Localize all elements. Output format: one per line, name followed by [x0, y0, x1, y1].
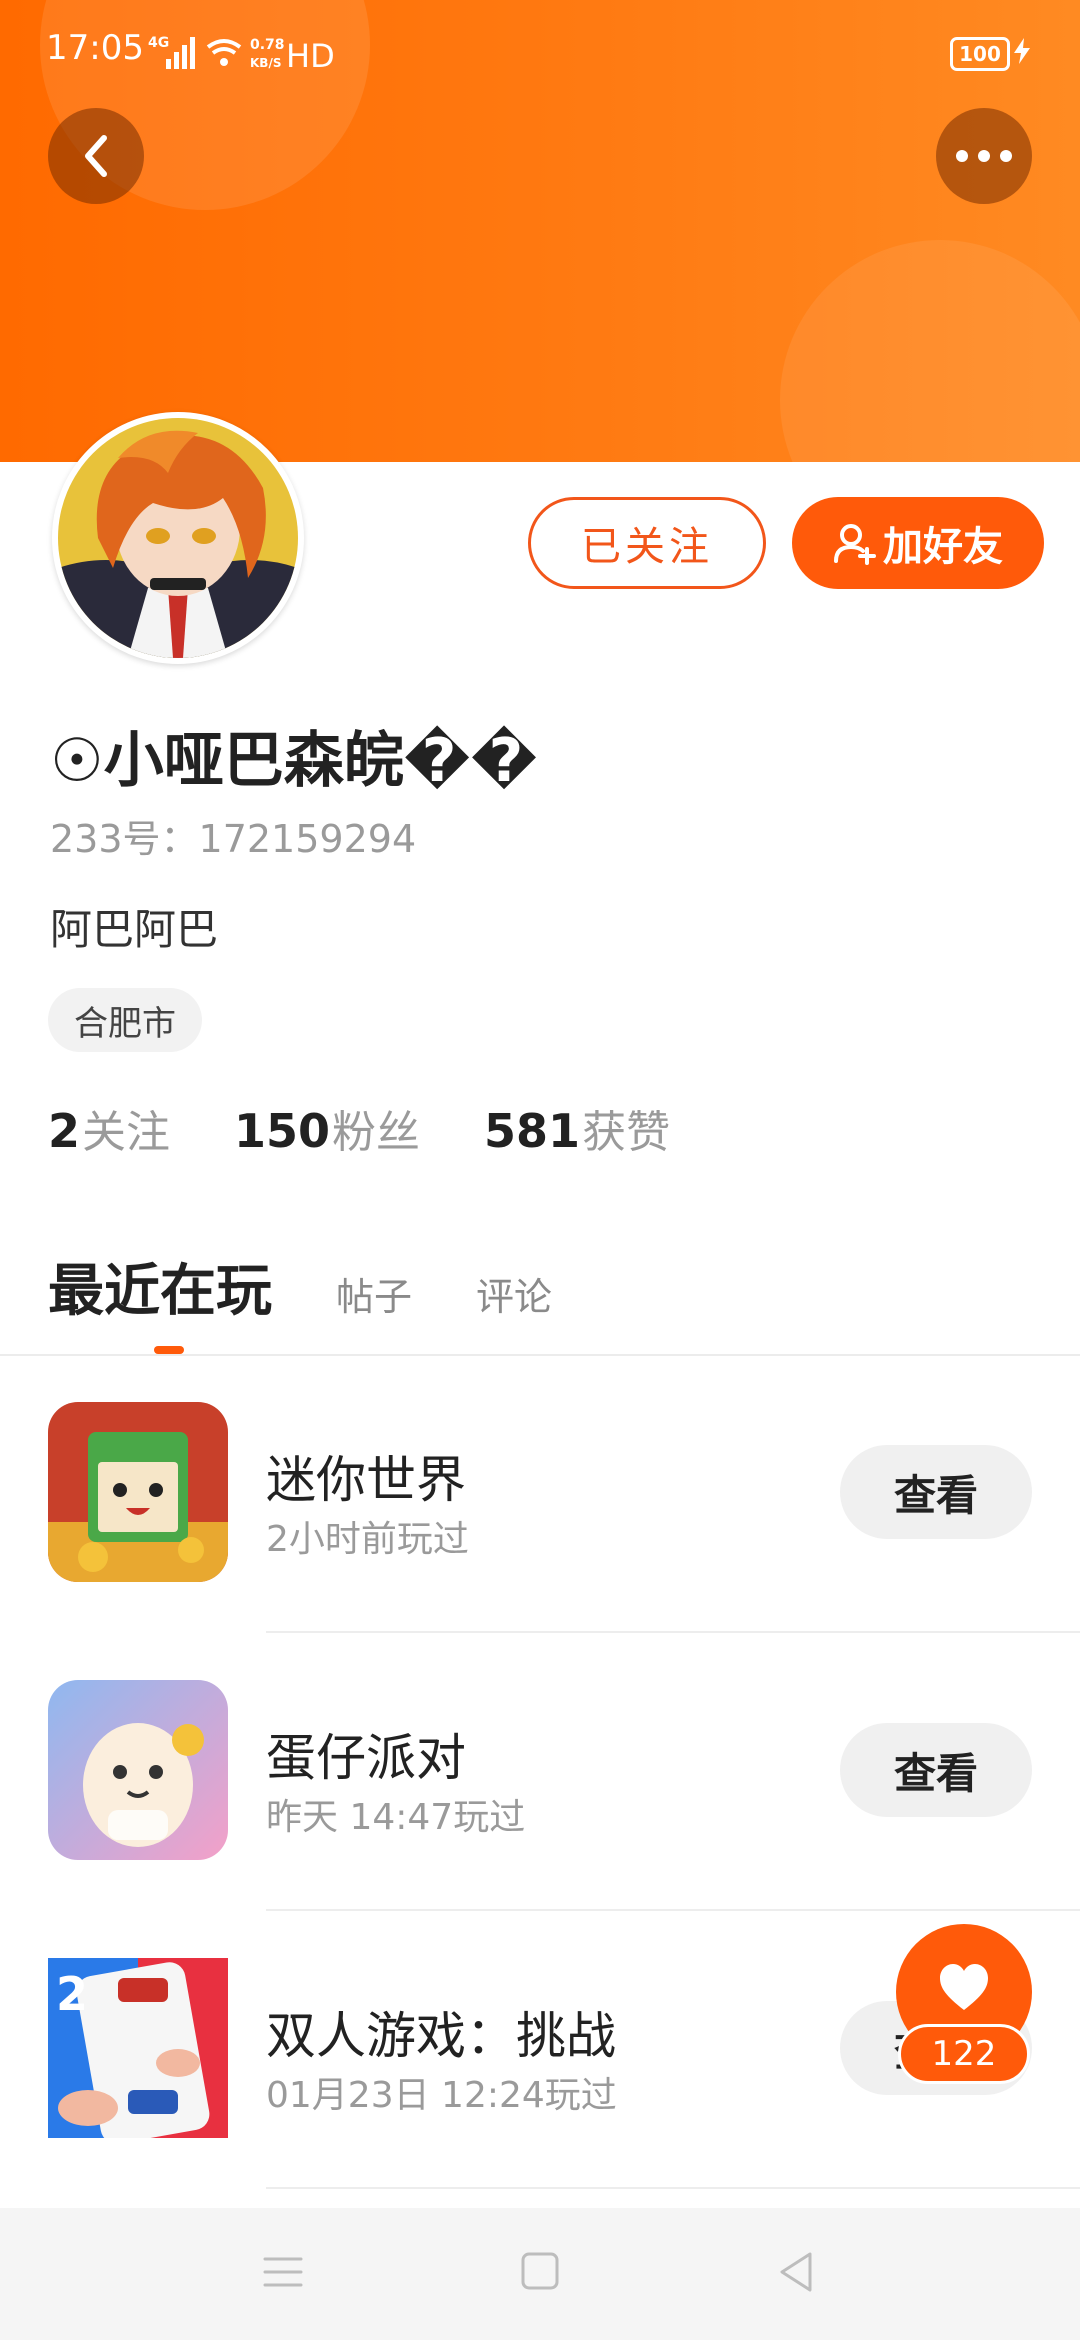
network-speed-unit: KB/S	[250, 56, 281, 70]
user-bio: 阿巴阿巴	[50, 905, 219, 954]
game-name: 双人游戏：挑战	[266, 2007, 616, 2065]
tab-posts[interactable]: 帖子	[336, 1266, 412, 1321]
header-decoration	[780, 240, 1080, 462]
mini-world-icon	[48, 1402, 228, 1582]
row-divider	[266, 1909, 1080, 1911]
user-id[interactable]: 233号：172159294	[50, 808, 416, 863]
eggy-party-icon	[48, 1680, 228, 1860]
fans-stat[interactable]: 150 粉丝	[234, 1096, 420, 1160]
tab-recent-played[interactable]: 最近在玩	[48, 1246, 272, 1327]
chevron-left-icon	[85, 135, 107, 177]
back-nav-icon[interactable]	[776, 2250, 816, 2294]
profile-tabs: 最近在玩 帖子 评论	[48, 1246, 616, 1327]
fans-label: 粉丝	[332, 1107, 421, 1158]
more-dots-icon	[956, 150, 1012, 162]
add-user-icon	[834, 524, 876, 565]
active-tab-indicator	[154, 1346, 184, 1354]
add-friend-label: 加好友	[883, 524, 1003, 570]
home-icon[interactable]	[520, 2250, 560, 2294]
back-button[interactable]	[48, 108, 144, 204]
heart-icon	[940, 1964, 988, 2010]
game-name: 蛋仔派对	[266, 1729, 466, 1787]
location-label: 合肥市	[74, 1003, 176, 1044]
following-button[interactable]: 已关注	[528, 497, 766, 589]
game-played-time: 昨天 14:47玩过	[266, 1797, 526, 1838]
status-time: 17:05	[46, 28, 144, 68]
list-item[interactable]: 蛋仔派对 昨天 14:47玩过 查看	[0, 1680, 1080, 1958]
likes-stat[interactable]: 581 获赞	[484, 1096, 670, 1160]
game-played-time: 2小时前玩过	[266, 1519, 469, 1560]
network-status-icons: 4G 0.78 KB/S HD	[148, 35, 335, 73]
add-friend-button[interactable]: 加好友	[792, 497, 1044, 589]
status-bar: 17:05 4G 0.78 KB/S HD 100	[0, 0, 1080, 100]
profile-stats: 2 关注 150 粉丝 581 获赞	[48, 1096, 670, 1160]
view-game-button[interactable]: 查看	[840, 1445, 1032, 1539]
user-nickname: ☉小哑巴森皖��	[50, 726, 538, 796]
svg-text:2: 2	[56, 1967, 88, 2021]
charging-icon	[1014, 38, 1030, 64]
game-played-time: 01月23日 12:24玩过	[266, 2075, 617, 2116]
likes-count: 581	[484, 1104, 581, 1158]
fans-count: 150	[234, 1104, 331, 1158]
following-count: 2	[48, 1104, 81, 1158]
menu-icon[interactable]	[262, 2250, 304, 2294]
like-count-badge: 122	[898, 2024, 1030, 2084]
two-player-game-icon: 2	[48, 1958, 228, 2138]
list-item[interactable]: 迷你世界 2小时前玩过 查看	[0, 1402, 1080, 1680]
view-game-button[interactable]: 查看	[840, 1723, 1032, 1817]
profile-header: 17:05 4G 0.78 KB/S HD 100	[0, 0, 1080, 462]
row-divider	[266, 2187, 1080, 2189]
tabs-divider	[0, 1354, 1080, 1356]
avatar-image	[58, 418, 298, 658]
following-stat[interactable]: 2 关注	[48, 1096, 170, 1160]
system-nav-bar	[0, 2208, 1080, 2340]
avatar[interactable]	[52, 412, 304, 664]
tab-comments[interactable]: 评论	[476, 1266, 552, 1321]
hd-indicator: HD	[286, 37, 335, 73]
network-speed-value: 0.78	[250, 37, 285, 53]
likes-label: 获赞	[582, 1107, 671, 1158]
location-tag: 合肥市	[48, 988, 202, 1052]
row-divider	[266, 1631, 1080, 1633]
more-options-button[interactable]	[936, 108, 1032, 204]
network-type-label: 4G	[148, 35, 169, 51]
game-name: 迷你世界	[266, 1451, 466, 1509]
following-label: 关注	[82, 1107, 171, 1158]
following-button-label: 已关注	[581, 524, 713, 570]
battery-indicator: 100	[950, 37, 1010, 71]
